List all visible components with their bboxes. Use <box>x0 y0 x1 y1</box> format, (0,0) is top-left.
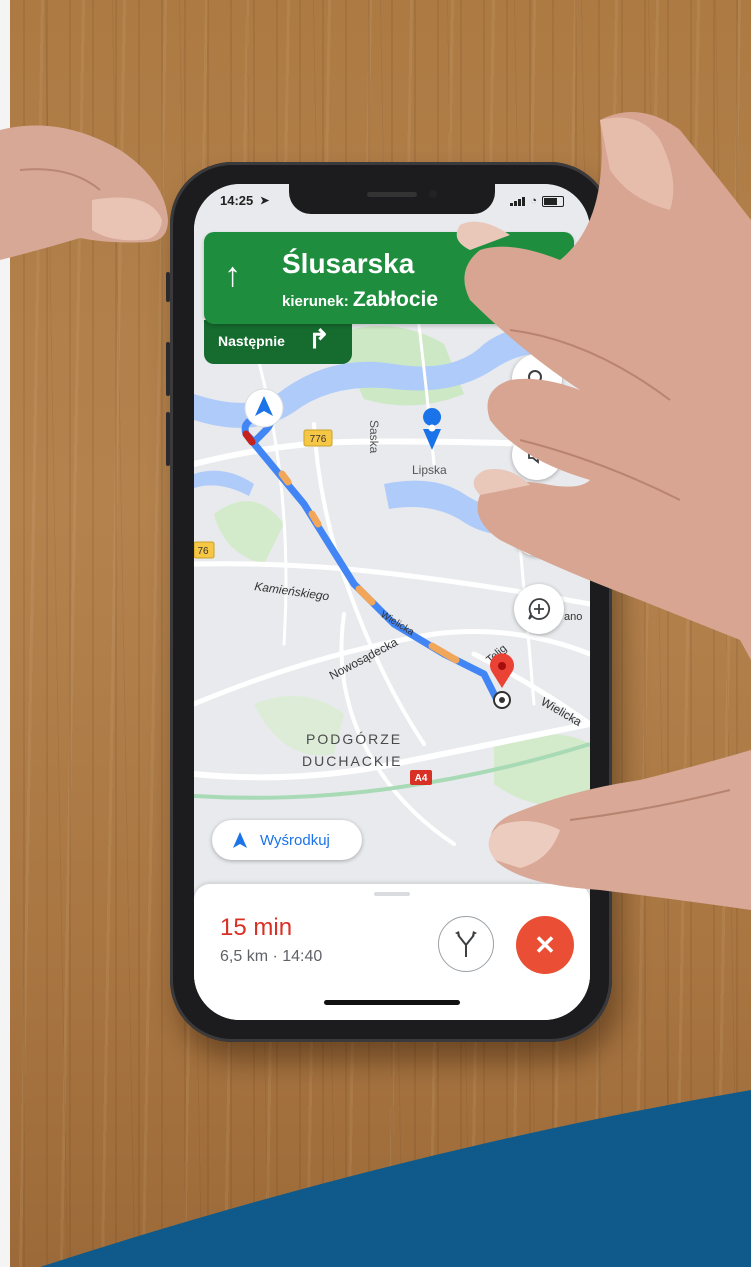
blue-banner <box>40 1090 751 1267</box>
photo-scene: 776 76 A4 Saska Lipska Kamieńskiego Wiel… <box>0 0 751 1267</box>
